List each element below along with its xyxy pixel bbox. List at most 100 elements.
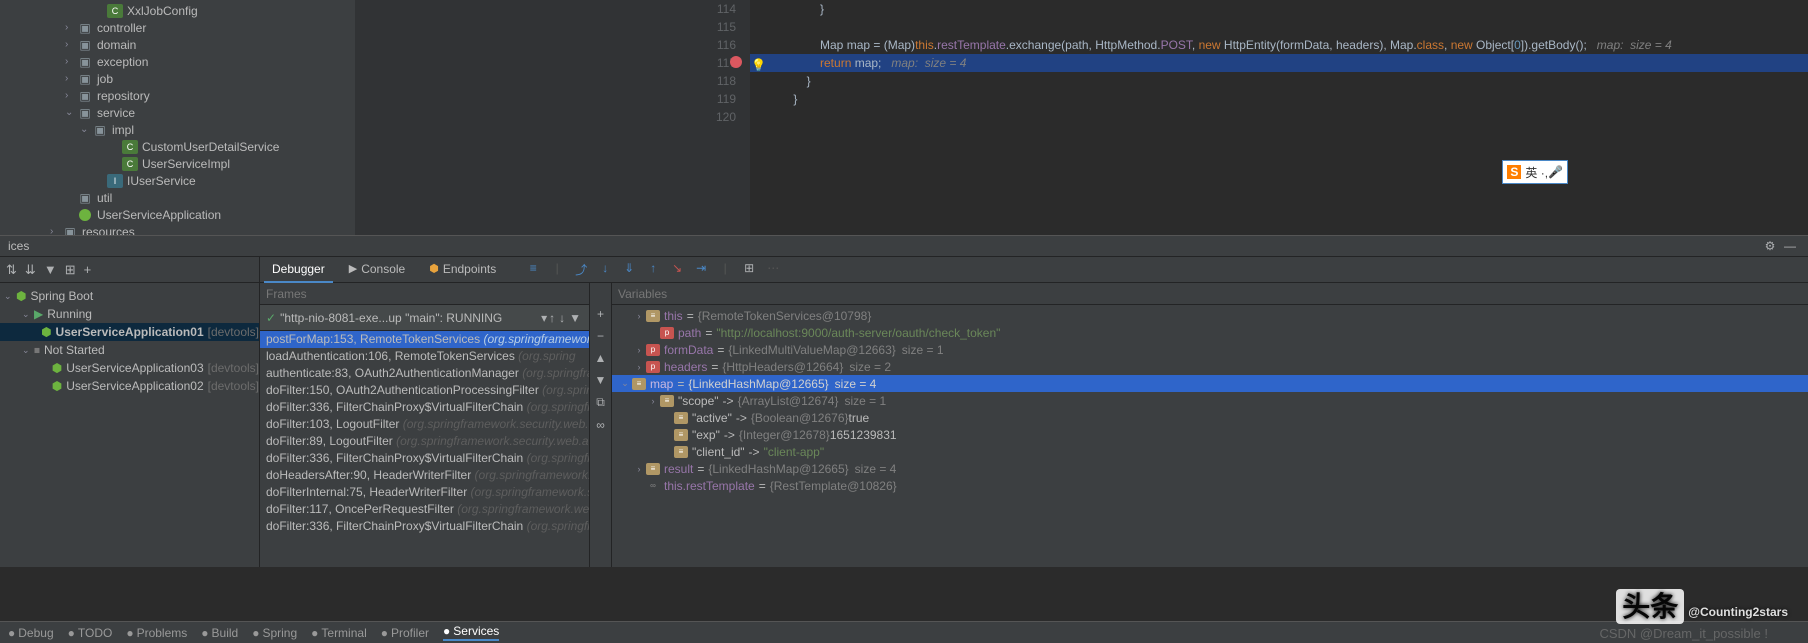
add-watch-icon[interactable]: +: [597, 307, 604, 321]
variables-panel[interactable]: Variables ›≡this = {RemoteTokenServices@…: [612, 283, 1808, 567]
glasses-icon[interactable]: ∞: [596, 418, 605, 432]
expand-arrow-icon[interactable]: ›: [632, 362, 646, 372]
filter-icon[interactable]: ▼: [44, 262, 57, 277]
expand-arrow-icon[interactable]: ›: [632, 345, 646, 355]
evaluate-icon[interactable]: ⇥: [692, 261, 710, 278]
expand-arrow-icon[interactable]: ›: [65, 73, 77, 84]
variable-row[interactable]: ›≡result = {LinkedHashMap@12665}size = 4: [612, 460, 1808, 477]
service-item-userserviceapplication02[interactable]: ⬢UserServiceApplication02[devtools]: [0, 377, 259, 395]
stack-frame[interactable]: doHeadersAfter:90, HeaderWriterFilter (o…: [260, 467, 589, 484]
toolwindow-problems[interactable]: ● Problems: [126, 626, 187, 640]
add-icon[interactable]: +: [84, 262, 92, 277]
breakpoint-icon[interactable]: [730, 56, 742, 68]
variable-row[interactable]: ≡"client_id" -> "client-app": [612, 443, 1808, 460]
expand-arrow-icon[interactable]: ⌄: [618, 378, 632, 389]
tree-item-service[interactable]: ⌄▣service: [0, 104, 355, 121]
tree-item-impl[interactable]: ⌄▣impl: [0, 121, 355, 138]
run-to-cursor-icon[interactable]: ↘: [668, 261, 686, 278]
variable-row[interactable]: ›≡"scope" -> {ArrayList@12674}size = 1: [612, 392, 1808, 409]
down-icon[interactable]: ▼: [595, 373, 607, 387]
stack-frame[interactable]: doFilter:336, FilterChainProxy$VirtualFi…: [260, 518, 589, 535]
toolwindow-services[interactable]: ● Services: [443, 624, 499, 641]
remove-watch-icon[interactable]: −: [597, 329, 604, 343]
expand-arrow-icon[interactable]: ›: [50, 226, 62, 235]
expand-arrow-icon[interactable]: ›: [65, 90, 77, 101]
services-panel[interactable]: ⇅ ⇊ ▼ ⊞ + ⌄⬢Spring Boot⌄▶Running⬢UserSer…: [0, 257, 260, 567]
project-tree[interactable]: CXxlJobConfig›▣controller›▣domain›▣excep…: [0, 0, 355, 235]
service-item-running[interactable]: ⌄▶Running: [0, 305, 259, 323]
stack-frame[interactable]: doFilter:89, LogoutFilter (org.springfra…: [260, 433, 589, 450]
minimize-icon[interactable]: —: [1780, 239, 1800, 253]
prev-frame-icon[interactable]: ↑: [549, 311, 555, 325]
thread-selector[interactable]: ✓ "http-nio-8081-exe...up "main": RUNNIN…: [260, 305, 589, 331]
variable-row[interactable]: ›pformData = {LinkedMultiValueMap@12663}…: [612, 341, 1808, 358]
tree-item-util[interactable]: ▣util: [0, 189, 355, 206]
step-into-icon[interactable]: ↓: [596, 261, 614, 278]
filter-frames-icon[interactable]: ▼: [569, 311, 581, 325]
tree-item-resources[interactable]: ›▣resources: [0, 223, 355, 235]
more-icon[interactable]: ⋯: [764, 261, 782, 278]
toolwindow-terminal[interactable]: ● Terminal: [311, 626, 367, 640]
tree-item-userserviceapplication[interactable]: UserServiceApplication: [0, 206, 355, 223]
variable-row[interactable]: ≡"active" -> {Boolean@12676} true: [612, 409, 1808, 426]
stack-frame[interactable]: authenticate:83, OAuth2AuthenticationMan…: [260, 365, 589, 382]
code-editor[interactable]: 114115116117💡118119120 } Map map = (Map)…: [355, 0, 1808, 235]
variable-row[interactable]: ›≡this = {RemoteTokenServices@10798}: [612, 307, 1808, 324]
variable-row[interactable]: ∞this.restTemplate = {RestTemplate@10826…: [612, 477, 1808, 494]
code-area[interactable]: } Map map = (Map)this.restTemplate.excha…: [750, 0, 1808, 235]
ime-indicator[interactable]: S英 ·, 🎤: [1502, 160, 1568, 184]
tree-item-repository[interactable]: ›▣repository: [0, 87, 355, 104]
line-number[interactable]: 120: [355, 108, 736, 126]
line-number[interactable]: 115: [355, 18, 736, 36]
expand-arrow-icon[interactable]: ›: [65, 22, 77, 33]
tree-item-iuserservice[interactable]: IIUserService: [0, 172, 355, 189]
threads-icon[interactable]: ≡: [524, 261, 542, 278]
toolwindow-todo[interactable]: ● TODO: [68, 626, 113, 640]
toolwindow-build[interactable]: ● Build: [201, 626, 238, 640]
stack-frame[interactable]: doFilter:336, FilterChainProxy$VirtualFi…: [260, 399, 589, 416]
stack-frame[interactable]: doFilter:336, FilterChainProxy$VirtualFi…: [260, 450, 589, 467]
expand-arrow-icon[interactable]: ›: [632, 311, 646, 321]
line-number[interactable]: 118: [355, 72, 736, 90]
expand-arrow-icon[interactable]: ›: [65, 39, 77, 50]
tree-item-xxljobconfig[interactable]: CXxlJobConfig: [0, 2, 355, 19]
variable-row[interactable]: ⌄≡map = {LinkedHashMap@12665}size = 4: [612, 375, 1808, 392]
expand-arrow-icon[interactable]: ›: [632, 464, 646, 474]
service-item-userserviceapplication01[interactable]: ⬢UserServiceApplication01[devtools]: [0, 323, 259, 341]
stack-frame[interactable]: doFilter:117, OncePerRequestFilter (org.…: [260, 501, 589, 518]
expand-arrow-icon[interactable]: ›: [65, 56, 77, 67]
gear-icon[interactable]: ⚙: [1760, 239, 1780, 253]
stack-frame[interactable]: postForMap:153, RemoteTokenServices (org…: [260, 331, 589, 348]
services-toolbar[interactable]: ⇅ ⇊ ▼ ⊞ +: [0, 257, 259, 283]
service-item-spring-boot[interactable]: ⌄⬢Spring Boot: [0, 287, 259, 305]
variable-row[interactable]: ›pheaders = {HttpHeaders@12664}size = 2: [612, 358, 1808, 375]
tool-window-header[interactable]: ices ⚙ —: [0, 235, 1808, 257]
toolwindow-profiler[interactable]: ● Profiler: [381, 626, 429, 640]
stack-frame[interactable]: doFilter:150, OAuth2AuthenticationProces…: [260, 382, 589, 399]
line-number[interactable]: 119: [355, 90, 736, 108]
variable-row[interactable]: ≡"exp" -> {Integer@12678} 1651239831: [612, 426, 1808, 443]
line-number[interactable]: 114: [355, 0, 736, 18]
tab-debugger[interactable]: Debugger: [264, 257, 333, 283]
frames-panel[interactable]: Frames ✓ "http-nio-8081-exe...up "main":…: [260, 283, 590, 567]
line-number[interactable]: 117💡: [355, 54, 736, 72]
stack-frame[interactable]: loadAuthentication:106, RemoteTokenServi…: [260, 348, 589, 365]
intention-bulb-icon[interactable]: 💡: [751, 56, 766, 74]
copy-icon[interactable]: ⧉: [596, 395, 605, 410]
tree-item-domain[interactable]: ›▣domain: [0, 36, 355, 53]
expand-arrow-icon[interactable]: ⌄: [22, 345, 34, 356]
debugger-tabs[interactable]: Debugger ▶Console ⬢Endpoints ≡ | ⤴ ↓ ⇓ ↑…: [260, 257, 1808, 283]
tab-console[interactable]: ▶Console: [341, 257, 414, 283]
expand-arrow-icon[interactable]: ›: [646, 396, 660, 406]
tree-item-job[interactable]: ›▣job: [0, 70, 355, 87]
variable-row[interactable]: ppath = "http://localhost:9000/auth-serv…: [612, 324, 1808, 341]
tree-item-userserviceimpl[interactable]: CUserServiceImpl: [0, 155, 355, 172]
next-frame-icon[interactable]: ↓: [559, 311, 565, 325]
dropdown-icon[interactable]: ▾: [541, 311, 547, 325]
step-out-icon[interactable]: ↑: [644, 261, 662, 278]
expand-arrow-icon[interactable]: ⌄: [65, 107, 77, 118]
tree-item-customuserdetailservice[interactable]: CCustomUserDetailService: [0, 138, 355, 155]
stack-frame[interactable]: doFilter:103, LogoutFilter (org.springfr…: [260, 416, 589, 433]
service-item-not-started[interactable]: ⌄⏹Not Started: [0, 341, 259, 359]
collapse-icon[interactable]: ⇊: [25, 262, 36, 278]
